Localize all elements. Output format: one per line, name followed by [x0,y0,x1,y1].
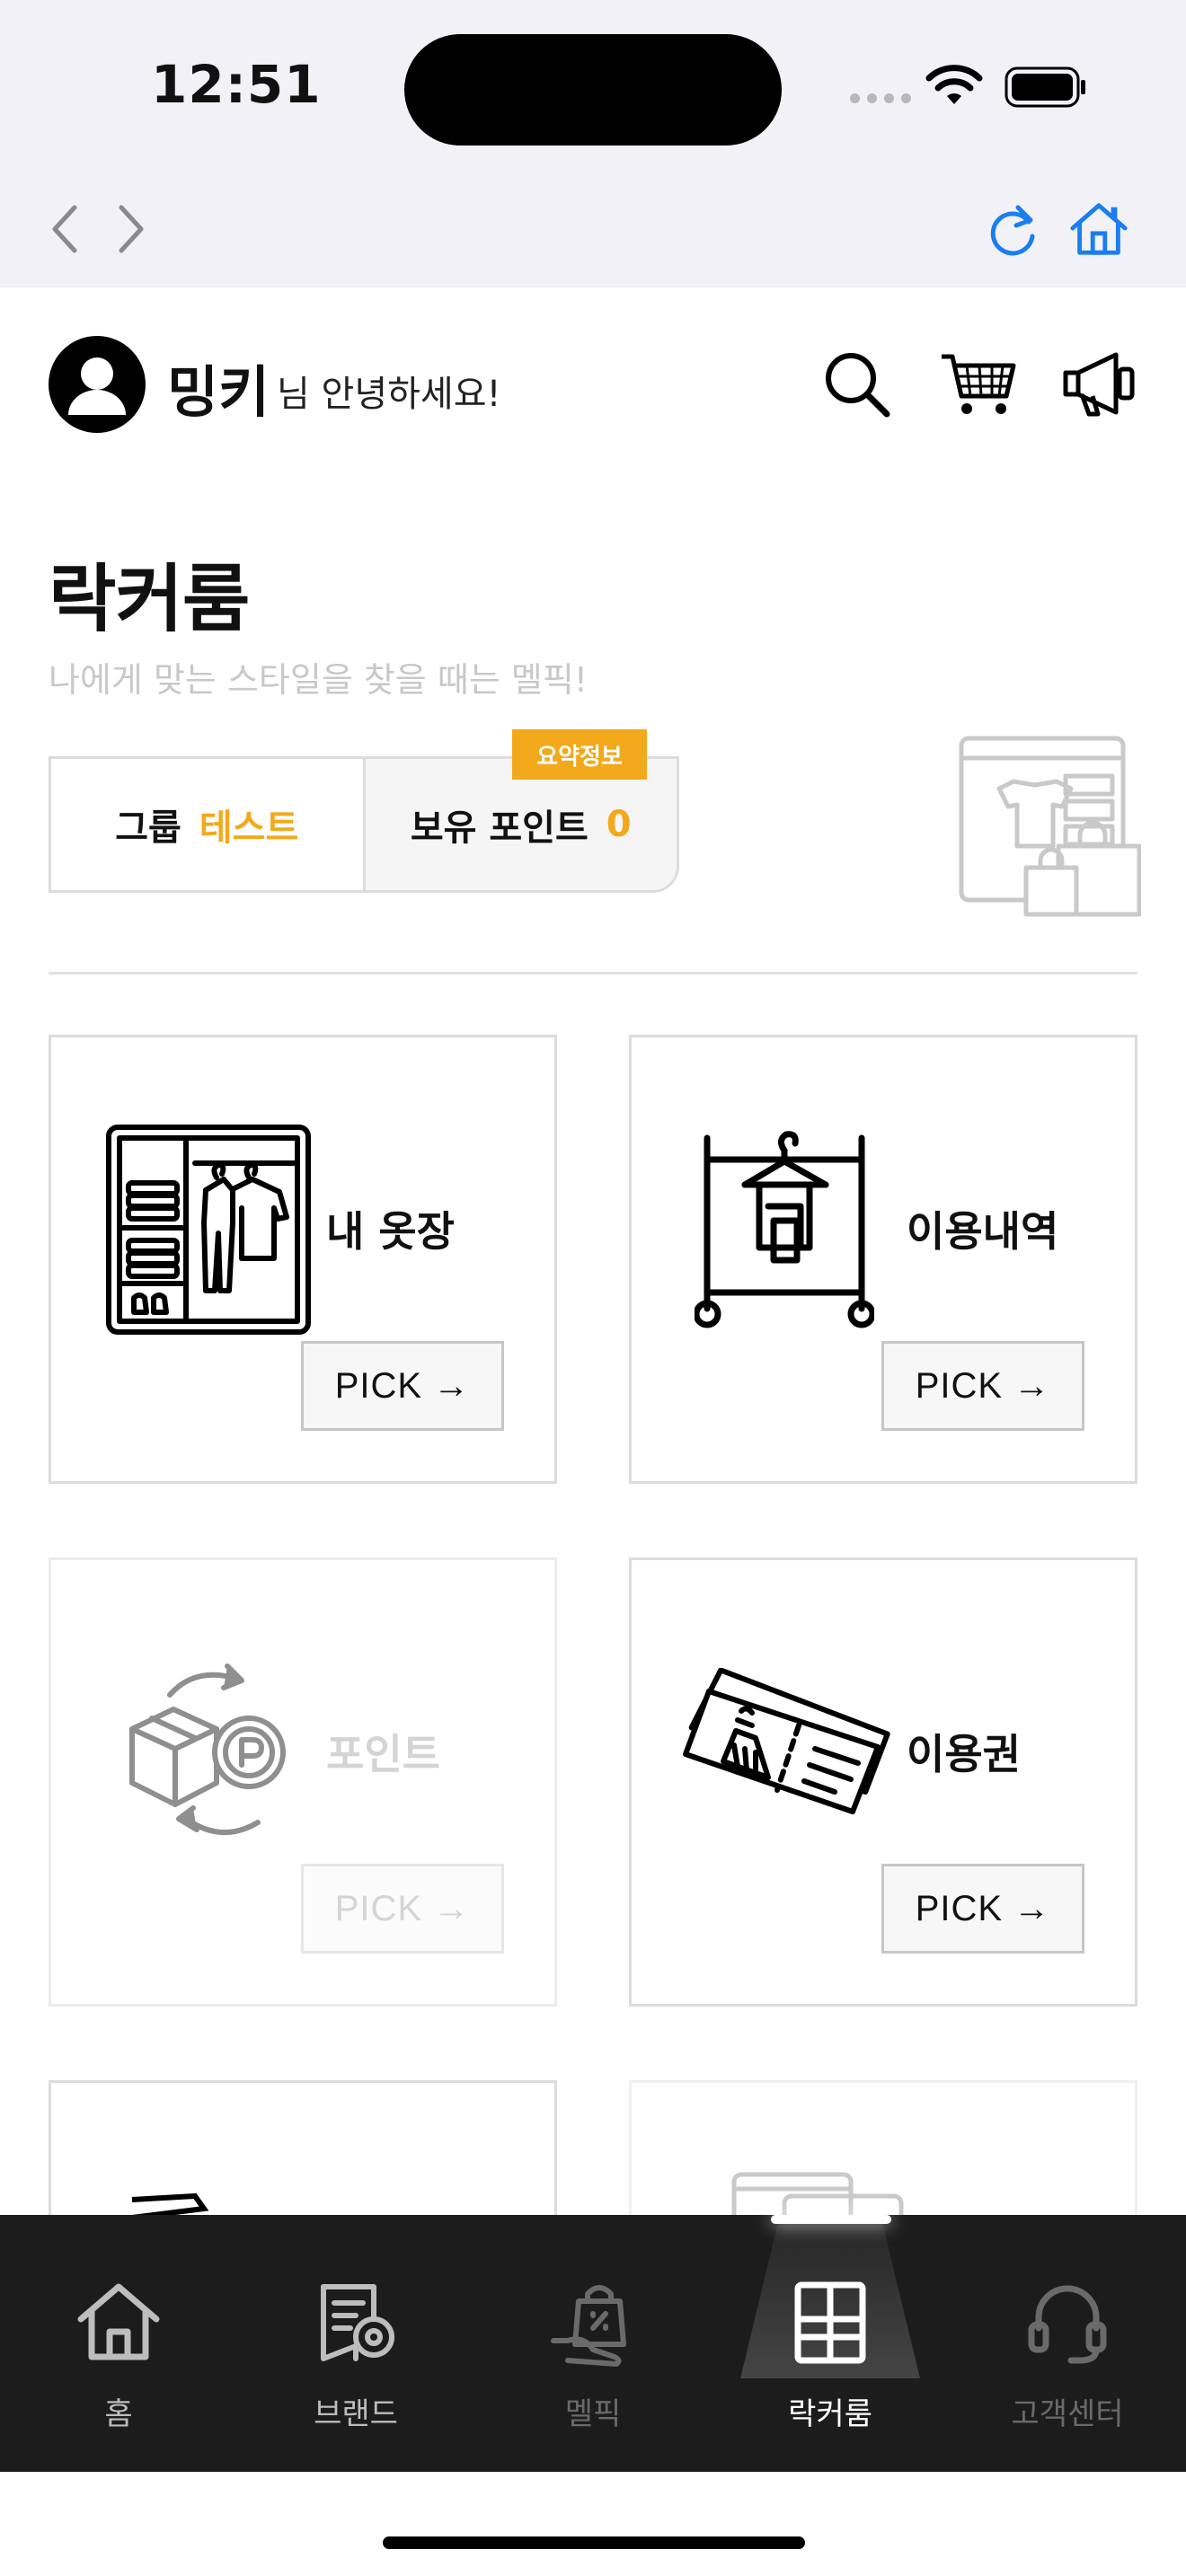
tab-label: 브랜드 [314,2396,398,2432]
chevron-left-icon [52,205,77,253]
home-indicator[interactable] [383,2536,805,2549]
points-value: 0 [606,804,632,845]
pick-button[interactable]: PICK → [881,1864,1084,1954]
tab-label: 멜픽 [564,2396,622,2432]
clothing-rack-icon [695,1131,874,1328]
card-usage-history[interactable]: 이용내역 PICK → [629,1035,1137,1484]
group-label: 그룹 [115,807,181,849]
section-divider [49,972,1137,975]
wardrobe-icon [106,1125,311,1335]
announcement-button[interactable] [1060,343,1141,424]
cart-button[interactable] [938,343,1019,424]
card-my-closet[interactable]: 내 옷장 PICK → [49,1035,557,1484]
card-points[interactable]: 포인트 PICK → [49,1557,557,2007]
app-header: 밍키 님 안녕하세요! [0,287,1186,485]
card-label: 포인트 [326,1730,440,1778]
cellular-signal-icon [850,93,911,103]
active-tab-indicator [771,2215,891,2224]
tab-brand[interactable]: 브랜드 [237,2215,474,2472]
card-label: 이용권 [907,1730,1021,1778]
group-value: 테스트 [199,807,299,849]
megaphone-icon [1063,352,1135,417]
chevron-right-icon [119,205,144,253]
card-label: 이용내역 [907,1207,1059,1256]
bottom-tab-bar: 홈 브랜드 멜픽 락커룸 고객센터 [0,2215,1186,2472]
ticket-icon [683,1668,890,1814]
melpick-bag-icon [551,2285,626,2367]
status-time: 12:51 [151,54,322,115]
house-icon [1070,203,1128,255]
headset-icon [1028,2285,1107,2364]
pick-button[interactable]: PICK → [301,1341,504,1431]
avatar[interactable] [49,336,146,433]
battery-icon [1005,66,1085,108]
search-icon [826,353,890,418]
online-shop-illustration-icon [959,736,1141,917]
status-bar: 12:51 [0,0,1186,171]
tab-customer-center[interactable]: 고객센터 [949,2215,1186,2472]
home-icon [77,2283,160,2360]
brand-icon [321,2284,394,2361]
wifi-icon [925,65,983,104]
tab-label: 락커룸 [788,2396,872,2432]
point-exchange-icon [129,1663,286,1835]
tab-home[interactable]: 홈 [0,2215,237,2472]
card-passes[interactable]: 이용권 PICK → [629,1557,1137,2007]
page-subtitle: 나에게 맞는 스타일을 찾을 때는 멜픽! [49,660,589,700]
card-label: 내 옷장 [326,1207,455,1256]
page-title: 락커룸 [49,557,250,642]
reload-button[interactable] [981,198,1044,260]
home-indicator-area [0,2472,1186,2576]
tab-melpick[interactable]: 멜픽 [474,2215,712,2472]
group-info: 그룹 테스트 [51,759,366,890]
tab-label: 홈 [104,2396,133,2432]
greeting-text: 님 안녕하세요! [277,374,501,415]
browser-toolbar [0,171,1186,287]
forward-button[interactable] [101,198,164,260]
username: 밍키 [167,359,270,425]
pick-button[interactable]: PICK → [301,1864,504,1954]
search-button[interactable] [816,343,897,424]
points-label: 보유 포인트 [410,807,589,849]
back-button[interactable] [32,198,95,260]
reload-icon [990,205,1035,256]
cart-icon [942,354,1016,414]
dynamic-island [404,34,782,146]
pick-button[interactable]: PICK → [881,1341,1084,1431]
summary-badge: 요약정보 [512,729,647,780]
tab-label: 고객센터 [1011,2396,1124,2432]
home-page-button[interactable] [1067,198,1130,260]
